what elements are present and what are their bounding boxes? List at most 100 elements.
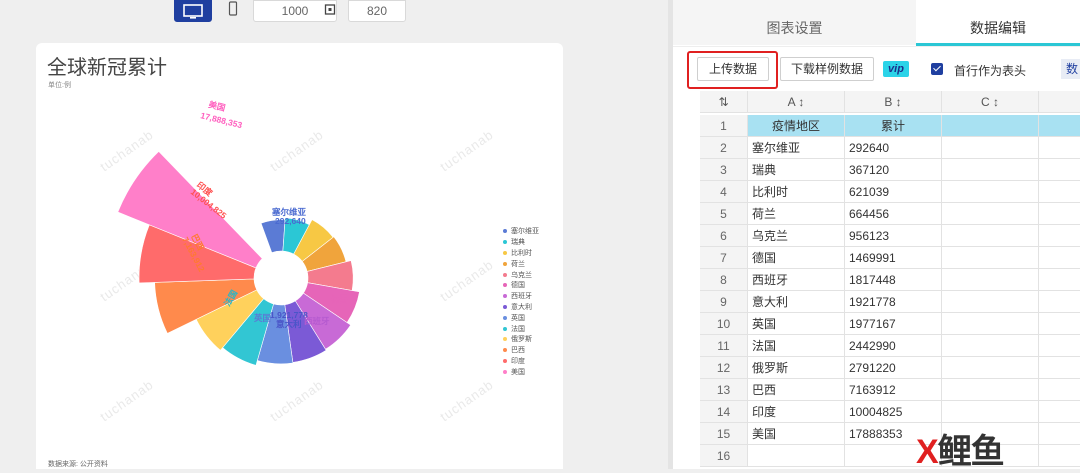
row-number[interactable]: 11 bbox=[700, 335, 748, 357]
row-number[interactable]: 5 bbox=[700, 203, 748, 225]
table-cell[interactable] bbox=[748, 445, 845, 467]
table-cell[interactable] bbox=[1039, 335, 1080, 357]
legend-item[interactable]: 乌克兰 bbox=[503, 269, 539, 280]
table-cell[interactable]: 956123 bbox=[845, 225, 942, 247]
table-cell[interactable] bbox=[1039, 159, 1080, 181]
download-sample-button[interactable]: 下载样例数据 bbox=[780, 57, 874, 81]
legend-item[interactable]: 俄罗斯 bbox=[503, 334, 539, 345]
table-cell[interactable] bbox=[1039, 357, 1080, 379]
table-cell[interactable]: 乌克兰 bbox=[748, 225, 845, 247]
table-cell[interactable] bbox=[942, 313, 1039, 335]
row-number[interactable]: 6 bbox=[700, 225, 748, 247]
row-number[interactable]: 16 bbox=[700, 445, 748, 467]
column-header[interactable]: B ↕ bbox=[845, 91, 942, 113]
legend-item[interactable]: 西班牙 bbox=[503, 291, 539, 302]
table-cell[interactable]: 印度 bbox=[748, 401, 845, 423]
table-cell[interactable]: 2442990 bbox=[845, 335, 942, 357]
table-cell[interactable] bbox=[942, 181, 1039, 203]
mobile-view-button[interactable] bbox=[222, 0, 244, 22]
table-cell[interactable]: 2791220 bbox=[845, 357, 942, 379]
table-cell[interactable]: 西班牙 bbox=[748, 269, 845, 291]
upload-data-button[interactable]: 上传数据 bbox=[697, 57, 769, 81]
row-number[interactable]: 8 bbox=[700, 269, 748, 291]
table-cell[interactable]: 英国 bbox=[748, 313, 845, 335]
column-header-empty[interactable] bbox=[1039, 91, 1080, 113]
table-cell[interactable]: 1817448 bbox=[845, 269, 942, 291]
table-cell[interactable]: 1977167 bbox=[845, 313, 942, 335]
column-header[interactable]: C ↕ bbox=[942, 91, 1039, 113]
table-cell[interactable] bbox=[942, 115, 1039, 137]
row-number[interactable]: 13 bbox=[700, 379, 748, 401]
table-cell[interactable]: 德国 bbox=[748, 247, 845, 269]
table-cell[interactable] bbox=[942, 203, 1039, 225]
table-cell[interactable]: 10004825 bbox=[845, 401, 942, 423]
row-number[interactable]: 9 bbox=[700, 291, 748, 313]
legend-item[interactable]: 意大利 bbox=[503, 302, 539, 313]
table-cell[interactable] bbox=[942, 137, 1039, 159]
desktop-view-button[interactable] bbox=[174, 0, 212, 22]
table-cell[interactable]: 塞尔维亚 bbox=[748, 137, 845, 159]
row-number[interactable]: 14 bbox=[700, 401, 748, 423]
table-cell[interactable]: 7163912 bbox=[845, 379, 942, 401]
table-cell[interactable]: 1469991 bbox=[845, 247, 942, 269]
tab-chart-settings[interactable]: 图表设置 bbox=[673, 0, 916, 45]
table-cell[interactable]: 比利时 bbox=[748, 181, 845, 203]
row-number[interactable]: 15 bbox=[700, 423, 748, 445]
table-cell[interactable] bbox=[1039, 423, 1080, 445]
legend-item[interactable]: 巴西 bbox=[503, 345, 539, 356]
table-cell[interactable]: 367120 bbox=[845, 159, 942, 181]
table-cell[interactable]: 美国 bbox=[748, 423, 845, 445]
table-cell[interactable] bbox=[942, 357, 1039, 379]
table-cell[interactable] bbox=[942, 225, 1039, 247]
table-cell[interactable] bbox=[1039, 137, 1080, 159]
table-cell[interactable] bbox=[1039, 291, 1080, 313]
table-cell[interactable]: 疫情地区 bbox=[748, 115, 845, 137]
table-cell[interactable]: 法国 bbox=[748, 335, 845, 357]
first-row-header-checkbox[interactable] bbox=[931, 63, 943, 75]
table-cell[interactable]: 292640 bbox=[845, 137, 942, 159]
table-cell[interactable] bbox=[1039, 225, 1080, 247]
table-cell[interactable] bbox=[1039, 203, 1080, 225]
table-cell[interactable] bbox=[942, 159, 1039, 181]
number-format-chip[interactable]: 数 bbox=[1061, 59, 1080, 79]
legend-item[interactable]: 印度 bbox=[503, 356, 539, 367]
table-cell[interactable] bbox=[1039, 181, 1080, 203]
lock-ratio-icon[interactable] bbox=[324, 0, 336, 22]
table-cell[interactable] bbox=[1039, 115, 1080, 137]
table-cell[interactable] bbox=[942, 291, 1039, 313]
tab-data-edit[interactable]: 数据编辑 bbox=[916, 0, 1080, 45]
row-number[interactable]: 7 bbox=[700, 247, 748, 269]
sort-corner-icon[interactable]: ⇅ bbox=[700, 91, 748, 113]
table-cell[interactable]: 累计 bbox=[845, 115, 942, 137]
table-cell[interactable]: 664456 bbox=[845, 203, 942, 225]
table-cell[interactable] bbox=[942, 401, 1039, 423]
legend-item[interactable]: 塞尔维亚 bbox=[503, 226, 539, 237]
legend-item[interactable]: 德国 bbox=[503, 280, 539, 291]
row-number[interactable]: 10 bbox=[700, 313, 748, 335]
height-input[interactable]: 820 bbox=[348, 0, 406, 22]
legend-item[interactable]: 瑞典 bbox=[503, 237, 539, 248]
table-cell[interactable]: 荷兰 bbox=[748, 203, 845, 225]
legend-item[interactable]: 英国 bbox=[503, 312, 539, 323]
row-number[interactable]: 2 bbox=[700, 137, 748, 159]
legend-item[interactable]: 法国 bbox=[503, 323, 539, 334]
legend-item[interactable]: 比利时 bbox=[503, 248, 539, 259]
table-cell[interactable] bbox=[1039, 445, 1080, 467]
row-number[interactable]: 12 bbox=[700, 357, 748, 379]
table-cell[interactable]: 巴西 bbox=[748, 379, 845, 401]
table-cell[interactable] bbox=[942, 269, 1039, 291]
table-cell[interactable] bbox=[942, 379, 1039, 401]
table-cell[interactable]: 俄罗斯 bbox=[748, 357, 845, 379]
table-cell[interactable] bbox=[1039, 401, 1080, 423]
table-cell[interactable]: 1921778 bbox=[845, 291, 942, 313]
table-cell[interactable] bbox=[1039, 269, 1080, 291]
row-number[interactable]: 4 bbox=[700, 181, 748, 203]
table-cell[interactable] bbox=[1039, 313, 1080, 335]
table-cell[interactable] bbox=[1039, 379, 1080, 401]
table-cell[interactable] bbox=[1039, 247, 1080, 269]
legend-item[interactable]: 荷兰 bbox=[503, 258, 539, 269]
table-cell[interactable]: 621039 bbox=[845, 181, 942, 203]
table-cell[interactable] bbox=[942, 335, 1039, 357]
table-cell[interactable]: 瑞典 bbox=[748, 159, 845, 181]
row-number[interactable]: 1 bbox=[700, 115, 748, 137]
